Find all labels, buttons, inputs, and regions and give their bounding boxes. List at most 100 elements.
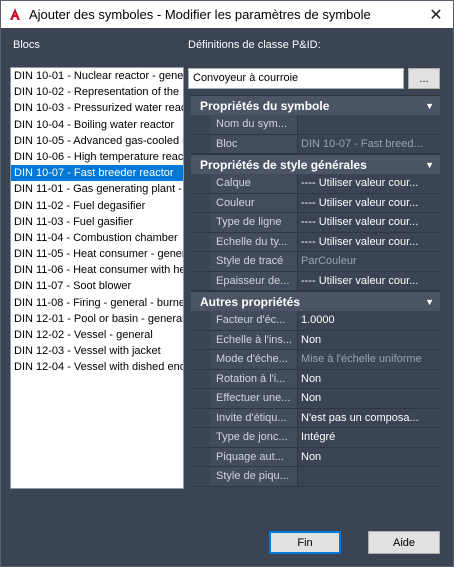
- property-name: Effectuer une...: [210, 389, 298, 408]
- browse-button[interactable]: ...: [408, 68, 440, 89]
- blocs-label: Blocs: [13, 39, 40, 51]
- property-value[interactable]: 1.0000: [298, 311, 440, 330]
- property-row: Mode d'éche... Mise à l'échelle uniforme: [191, 350, 440, 370]
- property-name: Type de jonc...: [210, 428, 298, 447]
- property-name: Epaisseur de...: [210, 271, 298, 290]
- property-row: Invite d'étiqu... N'est pas un composa...: [191, 408, 440, 428]
- list-item[interactable]: DIN 12-03 - Vessel with jacket: [11, 343, 183, 359]
- property-name: Calque: [210, 174, 298, 193]
- list-item[interactable]: DIN 10-03 - Pressurized water reactor: [11, 100, 183, 116]
- section-title: Propriétés de style générales: [200, 158, 367, 172]
- property-value[interactable]: Non: [298, 447, 440, 466]
- list-item[interactable]: DIN 10-04 - Boiling water reactor: [11, 117, 183, 133]
- property-value[interactable]: Non: [298, 330, 440, 349]
- row-gutter: [191, 369, 210, 388]
- close-icon[interactable]: ✕: [419, 1, 453, 28]
- list-item[interactable]: DIN 10-07 - Fast breeder reactor: [11, 165, 183, 182]
- list-item[interactable]: DIN 10-06 - High temperature reactor: [11, 149, 183, 165]
- list-item[interactable]: DIN 11-02 - Fuel degasifier: [11, 198, 183, 214]
- property-name: Piquage aut...: [210, 447, 298, 466]
- row-gutter: [191, 311, 210, 330]
- collapse-caret-icon[interactable]: ▼: [425, 292, 434, 312]
- list-item[interactable]: DIN 11-01 - Gas generating plant - gener…: [11, 181, 183, 197]
- property-name: Bloc: [210, 134, 298, 153]
- class-definition-field[interactable]: Convoyeur à courroie: [188, 68, 404, 89]
- row-gutter: [191, 428, 210, 447]
- list-item[interactable]: DIN 11-06 - Heat consumer with heat: [11, 262, 183, 278]
- collapse-caret-icon[interactable]: ▼: [425, 155, 434, 175]
- collapse-caret-icon[interactable]: ▼: [425, 96, 434, 116]
- property-row: Nom du sym...: [191, 115, 440, 135]
- property-row: Couleur ---- Utiliser valeur cour...: [191, 193, 440, 213]
- fin-button[interactable]: Fin: [269, 531, 341, 554]
- property-row: Calque ---- Utiliser valeur cour...: [191, 174, 440, 194]
- row-gutter: [191, 193, 210, 212]
- row-gutter: [191, 174, 210, 193]
- definitions-label: Définitions de classe P&ID:: [188, 39, 321, 51]
- property-name: Type de ligne: [210, 213, 298, 232]
- property-row: Bloc DIN 10-07 - Fast breed...: [191, 134, 440, 154]
- property-value[interactable]: [298, 467, 440, 486]
- property-value[interactable]: Non: [298, 389, 440, 408]
- property-row: Style de tracé ParCouleur: [191, 252, 440, 272]
- property-name: Rotation à l'i...: [210, 369, 298, 388]
- list-item[interactable]: DIN 12-02 - Vessel - general: [11, 327, 183, 343]
- property-row: Type de jonc... Intégré: [191, 428, 440, 448]
- row-gutter: [191, 213, 210, 232]
- property-row: Echelle du ty... ---- Utiliser valeur cou…: [191, 232, 440, 252]
- window-title: Ajouter des symboles - Modifier les para…: [29, 7, 371, 22]
- blocs-list[interactable]: DIN 10-01 - Nuclear reactor - general DIN…: [10, 67, 184, 489]
- property-grid: Propriétés du symbole ▼ Nom du sym... Bloc D…: [191, 95, 440, 495]
- property-value[interactable]: ---- Utiliser valeur cour...: [298, 271, 440, 290]
- row-gutter: [191, 350, 210, 369]
- list-item[interactable]: DIN 11-07 - Soot blower: [11, 278, 183, 294]
- row-gutter: [191, 447, 210, 466]
- list-item[interactable]: DIN 10-02 - Representation of the: [11, 84, 183, 100]
- row-gutter: [191, 389, 210, 408]
- property-value[interactable]: Intégré: [298, 428, 440, 447]
- row-gutter: [191, 232, 210, 251]
- property-name: Facteur d'éc...: [210, 311, 298, 330]
- property-value[interactable]: N'est pas un composa...: [298, 408, 440, 427]
- section-title: Autres propriétés: [200, 295, 301, 309]
- list-item[interactable]: DIN 10-05 - Advanced gas-cooled reactor: [11, 133, 183, 149]
- property-value: DIN 10-07 - Fast breed...: [298, 134, 440, 153]
- property-name: Invite d'étiqu...: [210, 408, 298, 427]
- section-header[interactable]: Autres propriétés ▼: [191, 291, 440, 311]
- property-name: Echelle à l'ins...: [210, 330, 298, 349]
- property-value[interactable]: ---- Utiliser valeur cour...: [298, 232, 440, 251]
- property-value[interactable]: ---- Utiliser valeur cour...: [298, 193, 440, 212]
- property-name: Echelle du ty...: [210, 232, 298, 251]
- section-header[interactable]: Propriétés de style générales ▼: [191, 154, 440, 174]
- title-bar: Ajouter des symboles - Modifier les para…: [1, 1, 453, 28]
- property-value[interactable]: Non: [298, 369, 440, 388]
- list-item[interactable]: DIN 12-04 - Vessel with dished ends: [11, 359, 183, 375]
- row-gutter: [191, 134, 210, 153]
- list-item[interactable]: DIN 11-04 - Combustion chamber: [11, 230, 183, 246]
- list-item[interactable]: DIN 11-03 - Fuel gasifier: [11, 214, 183, 230]
- property-name: Mode d'éche...: [210, 350, 298, 369]
- property-value[interactable]: ---- Utiliser valeur cour...: [298, 213, 440, 232]
- list-item[interactable]: DIN 11-05 - Heat consumer - general: [11, 246, 183, 262]
- row-gutter: [191, 467, 210, 486]
- row-gutter: [191, 115, 210, 134]
- list-item[interactable]: DIN 11-08 - Firing - general - burner: [11, 295, 183, 311]
- property-value[interactable]: ---- Utiliser valeur cour...: [298, 174, 440, 193]
- section-header[interactable]: Propriétés du symbole ▼: [191, 95, 440, 115]
- property-row: Facteur d'éc... 1.0000: [191, 311, 440, 331]
- property-value: Mise à l'échelle uniforme: [298, 350, 440, 369]
- property-name: Couleur: [210, 193, 298, 212]
- property-name: Style de piqu...: [210, 467, 298, 486]
- property-value[interactable]: [298, 115, 440, 134]
- property-row: Effectuer une... Non: [191, 389, 440, 409]
- property-row: Piquage aut... Non: [191, 447, 440, 467]
- autocad-app-icon: [10, 8, 20, 20]
- list-item[interactable]: DIN 12-01 - Pool or basin - general: [11, 311, 183, 327]
- list-item[interactable]: DIN 10-01 - Nuclear reactor - general: [11, 68, 183, 84]
- row-gutter: [191, 252, 210, 271]
- aide-button[interactable]: Aide: [368, 531, 440, 554]
- property-row: Epaisseur de... ---- Utiliser valeur cour…: [191, 271, 440, 291]
- property-row: Type de ligne ---- Utiliser valeur cour..…: [191, 213, 440, 233]
- property-name: Style de tracé: [210, 252, 298, 271]
- dialog-window: Ajouter des symboles - Modifier les para…: [0, 0, 454, 567]
